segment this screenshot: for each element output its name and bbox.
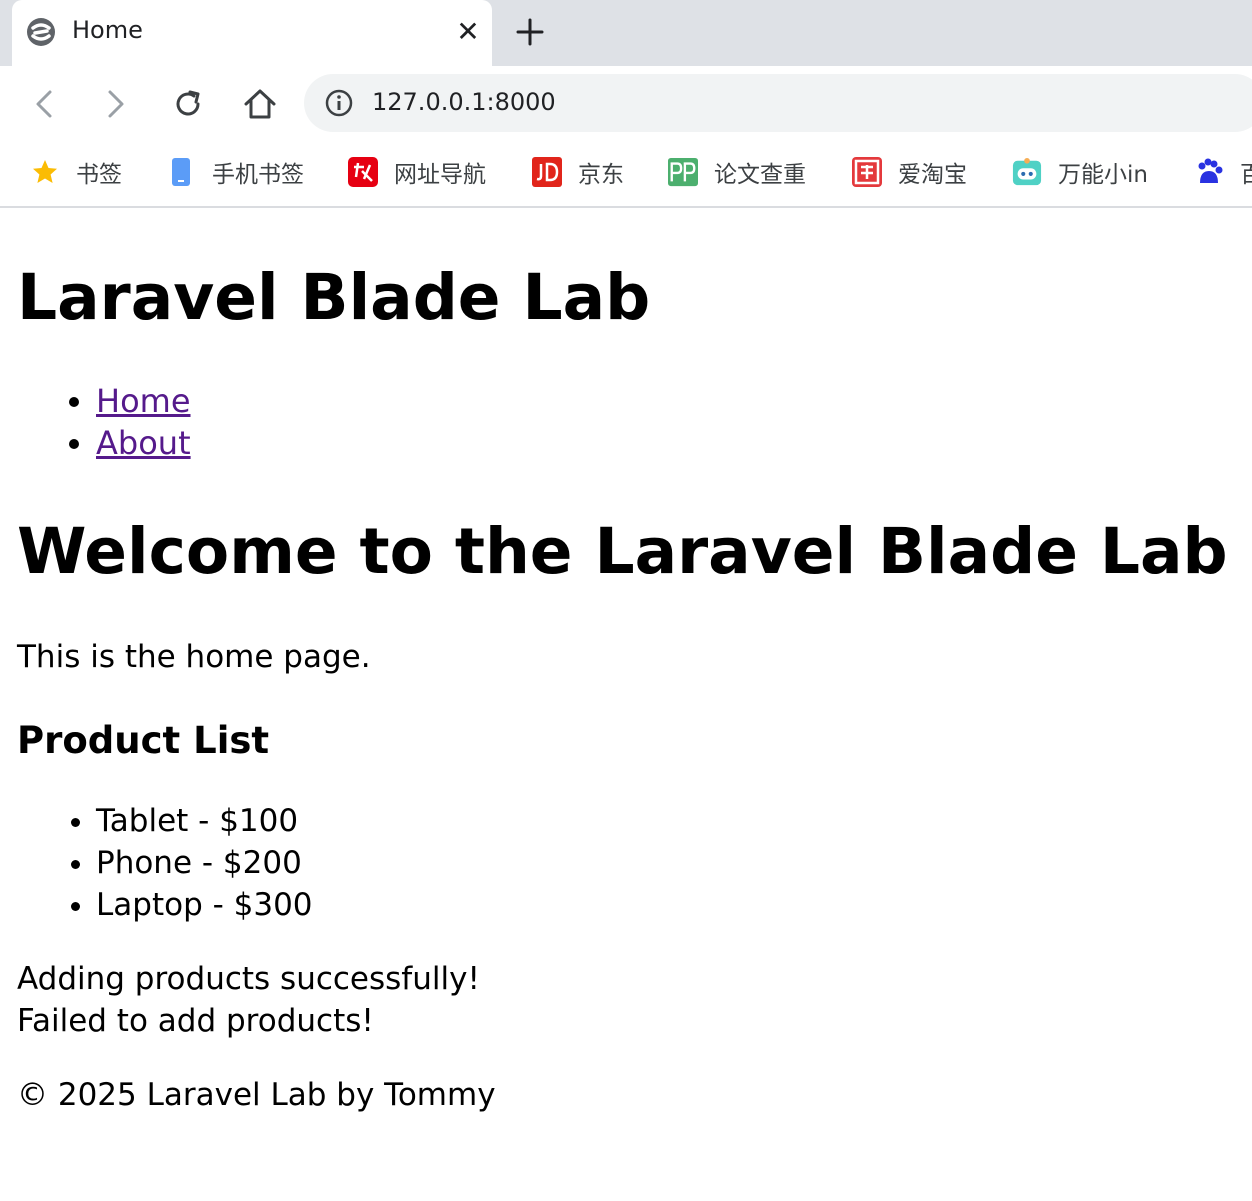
- site-nav: Home About: [17, 380, 191, 464]
- home-icon[interactable]: [242, 86, 278, 122]
- star-icon: [30, 157, 60, 187]
- forward-icon[interactable]: [98, 86, 134, 122]
- success-message: Adding products successfully!: [17, 961, 480, 997]
- address-bar[interactable]: 127.0.0.1:8000: [304, 74, 1252, 132]
- product-list-heading: Product List: [17, 719, 270, 762]
- hao-icon: [348, 157, 378, 187]
- intro-text: This is the home page.: [17, 639, 371, 675]
- tab-title: Home: [72, 16, 143, 44]
- taobao-icon: [852, 157, 882, 187]
- about-link[interactable]: About: [96, 424, 191, 462]
- jd-icon: [532, 157, 562, 187]
- robot-icon: [1012, 157, 1042, 187]
- bookmark-item[interactable]: 论文查重: [668, 154, 806, 190]
- bookmark-item[interactable]: 爱淘宝: [852, 154, 967, 190]
- phone-icon: [166, 157, 196, 187]
- footer-text: © 2025 Laravel Lab by Tommy: [17, 1077, 496, 1113]
- tab-strip: Home ✕: [0, 0, 1252, 66]
- bookmark-item[interactable]: 万能小in: [1012, 154, 1148, 190]
- bookmarks-bar: 书签 手机书签 网址导航 京东 论文查重 爱淘宝 万能小in: [0, 140, 1252, 208]
- url-text[interactable]: 127.0.0.1:8000: [372, 88, 556, 116]
- new-tab-icon[interactable]: [512, 14, 548, 50]
- bookmark-item[interactable]: 网址导航: [348, 154, 486, 190]
- bookmark-item[interactable]: 京东: [532, 154, 624, 190]
- tab-home[interactable]: Home ✕: [12, 0, 492, 66]
- failure-message: Failed to add products!: [17, 1003, 374, 1039]
- baidu-icon: [1194, 157, 1224, 187]
- site-info-icon[interactable]: [324, 88, 354, 118]
- product-item: Laptop - $300: [96, 884, 313, 926]
- browser-toolbar: 127.0.0.1:8000: [0, 66, 1252, 140]
- back-icon[interactable]: [26, 86, 62, 122]
- bookmark-item[interactable]: 手机书签: [166, 154, 304, 190]
- welcome-heading: Welcome to the Laravel Blade Lab: [17, 515, 1228, 588]
- nav-item-about: About: [96, 422, 191, 464]
- site-title: Laravel Blade Lab: [17, 261, 651, 334]
- home-link[interactable]: Home: [96, 382, 191, 420]
- product-list: Tablet - $100 Phone - $200 Laptop - $300: [17, 800, 313, 926]
- pp-icon: [668, 157, 698, 187]
- reload-icon[interactable]: [170, 86, 206, 122]
- product-item: Phone - $200: [96, 842, 313, 884]
- bookmark-item[interactable]: 书签: [30, 154, 122, 190]
- bookmark-item[interactable]: 百: [1194, 154, 1252, 190]
- nav-item-home: Home: [96, 380, 191, 422]
- product-item: Tablet - $100: [96, 800, 313, 842]
- browser-logo-icon: [27, 18, 55, 46]
- close-tab-icon[interactable]: ✕: [453, 15, 483, 49]
